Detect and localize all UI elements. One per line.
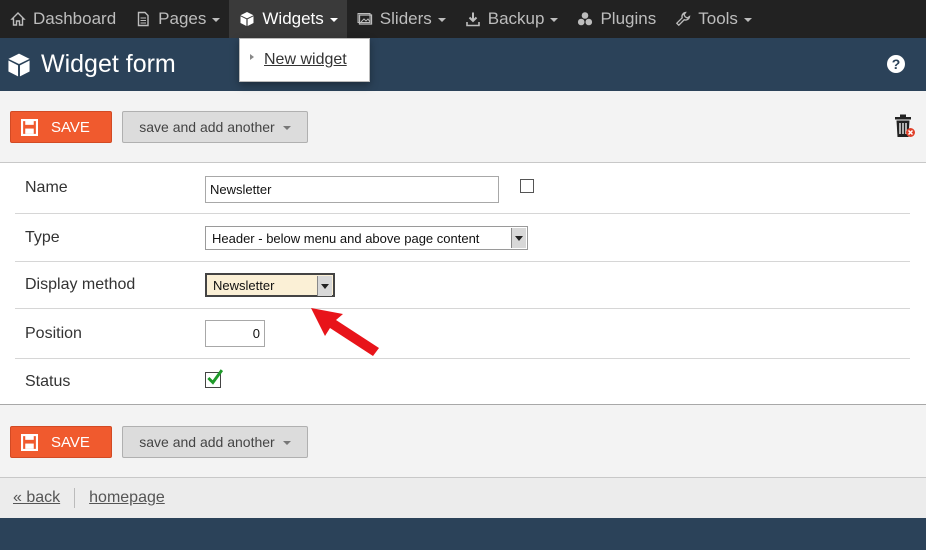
page-footer: « back homepage: [0, 478, 926, 518]
slides-icon: [356, 10, 374, 28]
homepage-link[interactable]: homepage: [89, 489, 165, 507]
save-button[interactable]: SAVE: [10, 426, 112, 458]
display-method-select[interactable]: Newsletter: [205, 273, 335, 297]
type-select[interactable]: Header - below menu and above page conte…: [205, 226, 528, 250]
help-icon[interactable]: ?: [887, 55, 905, 73]
bottom-bar: [0, 518, 926, 550]
save-and-add-another-label: save and add another: [139, 434, 275, 450]
form-toolbar-bottom: SAVE save and add another: [0, 404, 926, 478]
save-and-add-another-button[interactable]: save and add another: [122, 111, 308, 143]
position-input[interactable]: 0: [205, 320, 265, 347]
nav-item-label: Dashboard: [33, 9, 117, 28]
chevron-down-icon: [282, 441, 291, 445]
display-method-label: Display method: [25, 276, 136, 293]
nav-item-label: Plugins: [600, 9, 657, 28]
chevron-down-icon: [212, 18, 221, 22]
chevron-down-icon: [511, 228, 526, 248]
display-method-select-value: Newsletter: [213, 277, 275, 293]
annotation-arrow: [311, 308, 379, 356]
page-header: Widget form ?: [0, 38, 926, 91]
nav-item-dashboard[interactable]: Dashboard: [0, 0, 125, 38]
cube-icon: [238, 10, 256, 28]
save-button[interactable]: SAVE: [10, 111, 112, 143]
nav-item-label: Sliders: [379, 9, 432, 28]
name-input[interactable]: [205, 176, 499, 203]
chevron-down-icon: [743, 18, 752, 22]
footer-divider: [74, 488, 76, 508]
trash-icon[interactable]: [892, 113, 916, 139]
type-row: Type Header - below menu and above page …: [15, 214, 910, 262]
wrench-icon: [674, 10, 692, 28]
page-title: Widget form: [41, 50, 176, 78]
status-checkbox[interactable]: [205, 369, 223, 388]
checkmark-icon: [207, 369, 223, 385]
chevron-down-icon: [329, 18, 338, 22]
widget-form: Name Type Header - below menu and above …: [0, 163, 926, 404]
back-link[interactable]: « back: [13, 489, 60, 507]
nav-item-label: Tools: [698, 9, 738, 28]
new-widget-link[interactable]: New widget: [264, 51, 347, 69]
chevron-down-icon: [550, 18, 559, 22]
name-row: Name: [15, 163, 910, 214]
document-icon: [134, 10, 152, 28]
position-row: Position 0: [15, 309, 910, 359]
nav-item-label: Widgets: [262, 9, 324, 28]
chevron-down-icon: [437, 18, 446, 22]
nav-item-sliders[interactable]: Sliders: [347, 0, 455, 38]
floppy-disk-icon: [21, 118, 38, 136]
name-checkbox[interactable]: [520, 179, 534, 193]
nav-item-plugins[interactable]: Plugins: [567, 0, 665, 38]
menu-bullet-icon: [250, 54, 254, 60]
status-row: Status: [15, 359, 910, 404]
download-icon: [464, 10, 482, 28]
widgets-dropdown-menu: New widget: [239, 38, 370, 82]
cubes-icon: [576, 10, 594, 28]
home-icon: [9, 10, 27, 28]
nav-item-backup[interactable]: Backup: [455, 0, 568, 38]
nav-item-label: Pages: [158, 9, 207, 28]
save-and-add-another-label: save and add another: [139, 119, 275, 135]
nav-item-widgets[interactable]: Widgets: [229, 0, 347, 38]
save-button-label: SAVE: [51, 118, 90, 136]
cube-icon: [8, 53, 30, 76]
top-navigation: Dashboard Pages Widgets Sliders Backup P…: [0, 0, 926, 38]
save-button-label: SAVE: [51, 433, 90, 451]
type-label: Type: [25, 228, 60, 246]
save-and-add-another-button[interactable]: save and add another: [122, 426, 308, 458]
nav-item-label: Backup: [487, 9, 545, 28]
nav-item-tools[interactable]: Tools: [665, 0, 761, 38]
display-method-row: Display method Newsletter: [15, 262, 910, 309]
status-label: Status: [25, 372, 71, 390]
chevron-down-icon: [282, 126, 291, 130]
name-label: Name: [25, 179, 68, 196]
nav-item-pages[interactable]: Pages: [125, 0, 229, 38]
chevron-down-icon: [317, 276, 332, 296]
form-toolbar-top: SAVE save and add another: [0, 91, 926, 163]
floppy-disk-icon: [21, 433, 38, 451]
type-select-value: Header - below menu and above page conte…: [212, 230, 480, 246]
position-label: Position: [25, 324, 82, 342]
